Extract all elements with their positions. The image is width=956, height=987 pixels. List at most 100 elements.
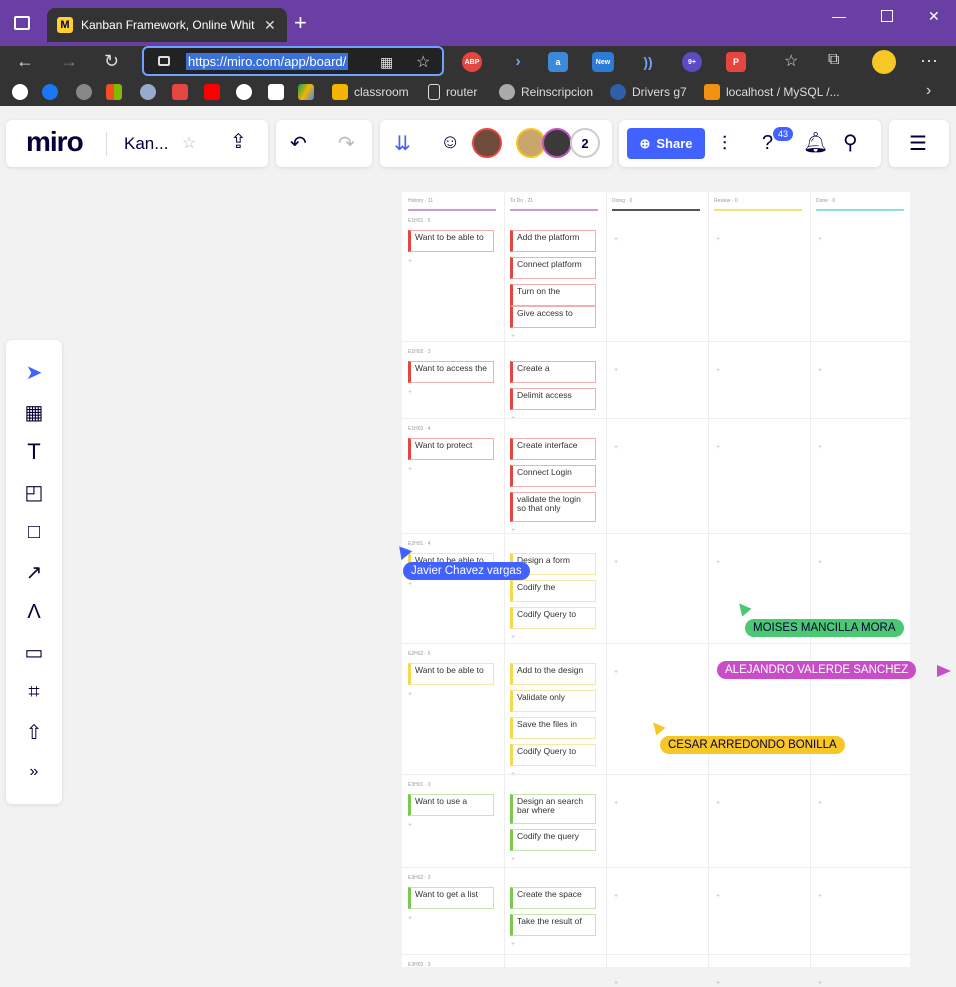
reactions-icon[interactable]: ⇊: [394, 134, 411, 154]
google-icon[interactable]: [12, 84, 28, 100]
search-icon[interactable]: ⚲: [843, 133, 858, 153]
star-icon[interactable]: ☆: [182, 134, 196, 154]
text-icon[interactable]: T: [22, 439, 46, 464]
story-card[interactable]: Want to use a: [408, 794, 494, 816]
collaborators-count[interactable]: 2: [570, 128, 600, 158]
task-card[interactable]: Codify Query to: [510, 607, 596, 629]
forward-icon[interactable]: →: [60, 51, 78, 72]
add-emoji-icon[interactable]: ☺: [440, 132, 460, 152]
browser-tab[interactable]: M Kanban Framework, Online Whit ✕: [47, 8, 287, 42]
p-icon[interactable]: [268, 84, 284, 100]
bookmark-drivers[interactable]: Drivers g7: [610, 84, 687, 100]
task-card[interactable]: Create interface: [510, 438, 596, 460]
favorites-icon[interactable]: ☆: [784, 51, 798, 71]
bookmark-router[interactable]: router: [428, 84, 477, 100]
adblock-icon[interactable]: ABP: [462, 52, 482, 72]
task-card[interactable]: Codify the query: [510, 829, 596, 851]
youtube-icon[interactable]: [204, 84, 220, 100]
templates-icon[interactable]: ▦: [22, 400, 46, 424]
task-card[interactable]: Add to the design: [510, 663, 596, 685]
task-card[interactable]: Turn on the: [510, 284, 596, 306]
redo-icon[interactable]: ↷: [338, 134, 355, 154]
story-card[interactable]: Want to access the: [408, 361, 494, 383]
task-card[interactable]: Codify the: [510, 580, 596, 602]
close-window-icon[interactable]: ✕: [928, 8, 940, 25]
task-card[interactable]: Add the platform: [510, 230, 596, 252]
microsoft-icon[interactable]: [106, 84, 122, 100]
collections-icon[interactable]: ⧉: [828, 51, 839, 69]
drive-icon[interactable]: [298, 84, 314, 100]
add-card-icon: +: [614, 367, 619, 374]
row-label: E1H01 · 5: [408, 218, 431, 224]
notifications-icon[interactable]: 🔔︎: [803, 133, 828, 153]
task-card[interactable]: Codify Query to: [510, 744, 596, 766]
bookmark-phpmyadmin[interactable]: localhost / MySQL /...: [704, 84, 840, 100]
bookmarks-overflow-icon[interactable]: ›: [926, 82, 931, 100]
colorful-ext-icon[interactable]: 9+: [682, 52, 702, 72]
row-divider: [402, 341, 910, 342]
undo-icon[interactable]: ↶: [290, 134, 307, 154]
story-card[interactable]: Want to be able to: [408, 663, 494, 685]
comment-icon[interactable]: ▭: [22, 640, 46, 664]
task-card[interactable]: Connect Login: [510, 465, 596, 487]
task-card[interactable]: Design an search bar where: [510, 794, 596, 824]
share-button[interactable]: ⊕ Share: [627, 128, 705, 159]
more-tools-icon[interactable]: »: [22, 760, 46, 784]
maximize-icon[interactable]: [881, 10, 893, 22]
bookmarks-bar: classroom router Reinscripcion Drivers g…: [0, 80, 956, 106]
export-icon[interactable]: ⇪: [230, 132, 247, 152]
power-icon[interactable]: [236, 84, 252, 100]
profile-avatar[interactable]: [872, 50, 896, 74]
extension-arrow-icon[interactable]: ›: [508, 52, 528, 72]
apps-icon[interactable]: ▦: [380, 54, 393, 71]
task-card[interactable]: validate the login so that only: [510, 492, 596, 522]
avatar[interactable]: [542, 128, 572, 158]
miro-logo[interactable]: miro: [26, 126, 84, 158]
sticky-note-icon[interactable]: ◰: [22, 480, 46, 504]
back-icon[interactable]: ←: [16, 51, 34, 72]
task-card[interactable]: Validate only: [510, 690, 596, 712]
xbox-icon[interactable]: [140, 84, 156, 100]
avatar[interactable]: [472, 128, 502, 158]
story-card[interactable]: Want to be able to: [408, 230, 494, 252]
news-ext-icon[interactable]: New: [592, 52, 614, 72]
pdf-ext-icon[interactable]: P: [726, 52, 746, 72]
translate-icon[interactable]: a: [548, 52, 568, 72]
row-divider: [402, 867, 910, 868]
task-card[interactable]: Connect platform: [510, 257, 596, 279]
pen-icon[interactable]: Λ: [22, 600, 46, 624]
settings-sliders-icon[interactable]: ⫶: [722, 134, 727, 154]
task-card[interactable]: Delimit access: [510, 388, 596, 410]
story-card[interactable]: Want to protect: [408, 438, 494, 460]
task-card[interactable]: Create the space: [510, 887, 596, 909]
more-icon[interactable]: ⋯: [920, 51, 938, 72]
close-tab-icon[interactable]: ✕: [264, 17, 276, 34]
bookmark-reinscripcion[interactable]: Reinscripcion: [499, 84, 593, 100]
column-divider: [714, 209, 802, 211]
notes-icon[interactable]: ☰: [909, 134, 927, 154]
add-card-icon: +: [408, 389, 413, 396]
wireless-ext-icon[interactable]: )): [638, 52, 658, 72]
task-card[interactable]: Give access to: [510, 306, 596, 328]
select-icon[interactable]: ➤: [22, 360, 46, 384]
refresh-icon[interactable]: ↻: [104, 51, 119, 72]
minimize-icon[interactable]: —: [832, 8, 846, 24]
story-card[interactable]: Want to get a list: [408, 887, 494, 909]
task-card[interactable]: Save the files in: [510, 717, 596, 739]
new-tab-icon[interactable]: +: [294, 10, 307, 36]
frame-icon[interactable]: ⌗: [22, 680, 46, 704]
tab-actions-icon[interactable]: [14, 16, 30, 30]
shape-icon[interactable]: □: [22, 520, 46, 544]
task-card[interactable]: Take the result of: [510, 914, 596, 936]
address-bar[interactable]: https://miro.com/app/board/ ▦ ☆: [142, 46, 444, 76]
favorite-add-icon[interactable]: ☆: [416, 52, 430, 72]
apple-icon[interactable]: [76, 84, 92, 100]
upload-icon[interactable]: ⇧: [22, 720, 46, 744]
facebook-icon[interactable]: [42, 84, 58, 100]
bookmark-classroom[interactable]: classroom: [332, 84, 409, 100]
connection-line-icon[interactable]: ↗: [22, 560, 46, 584]
help-icon[interactable]: ?: [762, 133, 773, 153]
gmail-icon[interactable]: [172, 84, 188, 100]
task-card[interactable]: Create a: [510, 361, 596, 383]
board-name[interactable]: Kan...: [124, 134, 168, 154]
